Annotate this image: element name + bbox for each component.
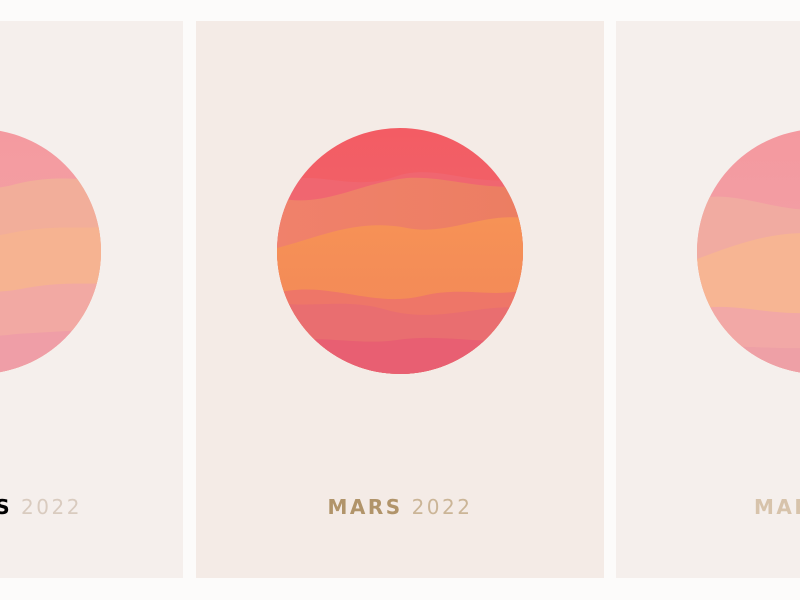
- poster-caption: MARS 2022: [0, 495, 183, 519]
- poster-card-main: MARS 2022: [196, 21, 604, 578]
- poster-title: MARS: [0, 495, 13, 519]
- poster-title: MARS: [327, 495, 403, 519]
- poster-card-left: MARS 2022: [0, 21, 183, 578]
- poster-caption: MARS 2022: [196, 495, 604, 519]
- poster-year: 2022: [411, 495, 473, 519]
- poster-card-right: MARS 2022: [616, 21, 800, 578]
- poster-title: MARS: [754, 495, 800, 519]
- planet-illustration: [277, 128, 523, 374]
- poster-year: 2022: [21, 495, 82, 519]
- planet-illustration: [0, 129, 101, 374]
- planet-illustration: [697, 129, 800, 374]
- poster-caption: MARS 2022: [754, 495, 800, 519]
